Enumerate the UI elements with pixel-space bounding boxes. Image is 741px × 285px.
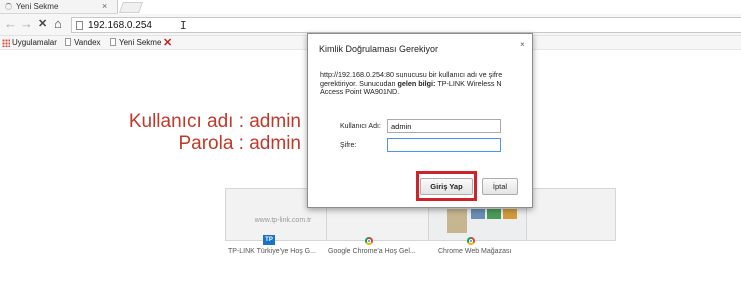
dialog-message: http://192.168.0.254:80 sunucusu bir kul… [320, 70, 524, 97]
web-store-icon [467, 237, 475, 245]
tab-strip: Yeni Sekme × [0, 0, 741, 14]
text-cursor-icon: I [180, 19, 187, 32]
store-tile-image [487, 209, 501, 219]
browser-window: Yeni Sekme × ← → ✕ ⌂ 192.168.0.254 I Uyg… [0, 0, 741, 285]
password-hint: Parola : admin [178, 133, 301, 154]
bookmark-label: Vandex [74, 38, 101, 47]
cancel-button[interactable]: İptal [482, 178, 518, 195]
password-field[interactable] [387, 138, 501, 152]
bookmark-apps[interactable]: Uygulamalar [12, 38, 57, 47]
chrome-logo-icon [365, 237, 373, 245]
page-icon [110, 38, 116, 46]
thumbnail-empty[interactable] [526, 188, 616, 241]
loading-spinner-icon [5, 3, 12, 10]
stop-icon[interactable]: ✕ [38, 17, 47, 31]
thumbnail-label: Chrome Web Mağazası [438, 248, 512, 255]
page-icon [65, 38, 71, 46]
forward-arrow-icon[interactable]: → [20, 17, 33, 31]
store-tile-image [447, 209, 467, 233]
password-label: Şifre: [340, 142, 357, 149]
bookmark-yeni-sekme[interactable]: Yeni Sekme [110, 38, 161, 47]
thumbnail-label: Google Chrome'a Hoş Gel... [328, 248, 416, 255]
thumbnail-url: www.tp-link.com.tr [254, 217, 312, 224]
home-icon[interactable]: ⌂ [54, 17, 62, 31]
back-arrow-icon[interactable]: ← [4, 17, 17, 31]
bookmark-label: Yeni Sekme [119, 38, 162, 47]
store-tile-image [471, 209, 485, 219]
page-icon [76, 21, 83, 30]
username-field[interactable] [387, 119, 501, 133]
address-bar[interactable]: 192.168.0.254 I [71, 17, 741, 33]
thumbnail-label: TP-LINK Türkiye'ye Hoş G... [228, 248, 316, 255]
tab-new-tab[interactable]: Yeni Sekme × [0, 0, 118, 14]
tab-close-icon[interactable]: × [102, 1, 107, 11]
url-text: 192.168.0.254 [88, 20, 152, 31]
login-button[interactable]: Giriş Yap [420, 178, 473, 195]
username-label: Kullanıcı Adı: [340, 123, 381, 130]
tplink-logo-icon: TP [263, 235, 275, 245]
apps-grid-icon [2, 39, 10, 47]
new-tab-button[interactable] [118, 2, 144, 13]
close-icon[interactable]: × [520, 40, 525, 49]
auth-dialog: Kimlik Doğrulaması Gerekiyor × http://19… [307, 33, 533, 208]
username-hint: Kullanıcı adı : admin [128, 111, 301, 132]
red-x-icon[interactable]: ✕ [163, 36, 172, 49]
tab-title: Yeni Sekme [16, 2, 59, 11]
store-tile-image [503, 209, 517, 219]
message-bold: gelen bilgi: [397, 78, 436, 88]
bookmark-vandex[interactable]: Vandex [65, 38, 101, 47]
dialog-title: Kimlik Doğrulaması Gerekiyor [319, 44, 439, 54]
